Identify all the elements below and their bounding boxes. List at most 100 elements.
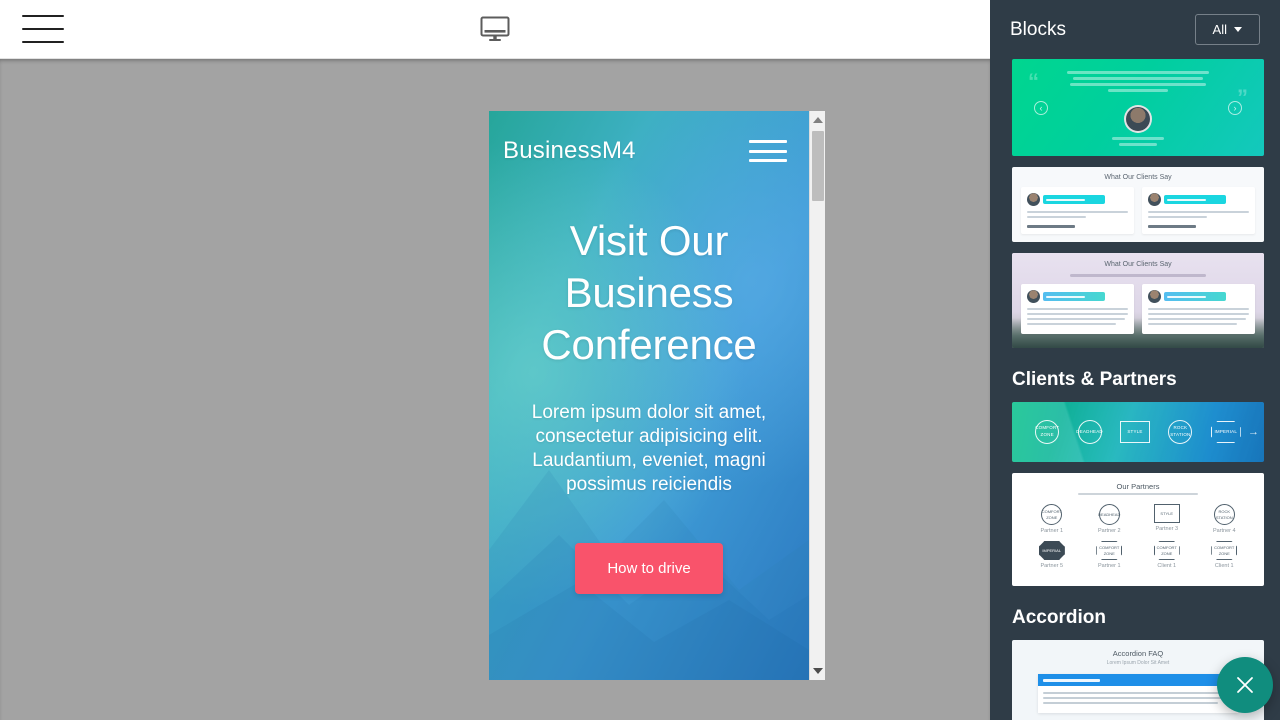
thumb-canvas: COMFORT ZONE DEADHEAD STYLE ROCK STATION…	[1012, 402, 1264, 462]
desktop-monitor-icon[interactable]	[478, 14, 512, 44]
author-badge	[1043, 195, 1105, 204]
hamburger-icon[interactable]	[749, 140, 787, 162]
accordion-panel	[1038, 674, 1238, 713]
testimonial-card	[1021, 284, 1134, 334]
card-header	[1148, 193, 1249, 206]
hamburger-icon[interactable]	[22, 15, 64, 43]
avatar	[1148, 290, 1161, 303]
card-header	[1027, 193, 1128, 206]
thumb-card-row	[1021, 284, 1255, 334]
partner-logo: COMFORT ZONE	[1211, 541, 1238, 560]
thumb-author-lines	[1112, 137, 1164, 149]
partner-cell: COMFORT ZONE Client 1	[1138, 541, 1196, 569]
card-body	[1027, 211, 1128, 218]
partner-logo: COMFORT ZONE	[1096, 541, 1123, 560]
partner-logo: ROCK STATION	[1168, 420, 1193, 444]
block-thumb-testimonial-slider-green[interactable]: “ ” ‹ ›	[1012, 59, 1264, 156]
block-thumb-testimonials-purple[interactable]: What Our Clients Say	[1012, 253, 1264, 348]
partner-logo: STYLE	[1119, 421, 1150, 443]
hamburger-line	[749, 140, 787, 143]
device-switcher	[0, 0, 990, 58]
carousel-next-icon[interactable]: →	[1248, 426, 1259, 438]
hero-title: Visit Our Business Conference	[541, 217, 757, 368]
partner-cell: IMPERIAL Partner 5	[1023, 541, 1081, 569]
close-icon	[1237, 677, 1253, 693]
site-preview: BusinessM4 Visit Our Business Conference…	[489, 111, 825, 680]
thumb-text-lines	[1064, 71, 1212, 95]
preview-viewport: BusinessM4 Visit Our Business Conference…	[489, 111, 809, 680]
carousel-next-icon[interactable]: ›	[1228, 101, 1242, 115]
hamburger-line	[22, 28, 64, 30]
partner-name: Partner 2	[1097, 528, 1121, 534]
testimonial-card	[1142, 187, 1255, 234]
sidebar-group-title-accordion: Accordion	[1012, 607, 1106, 628]
thumb-card-row	[1021, 187, 1255, 234]
block-thumb-partners-grid[interactable]: Our Partners COMFORT ZONE Partner 1 DEAD…	[1012, 473, 1264, 586]
how-to-drive-button[interactable]: How to drive	[575, 543, 723, 594]
app-root: BusinessM4 Visit Our Business Conference…	[0, 0, 1280, 720]
partner-logo: DEADHEAD	[1076, 420, 1103, 444]
card-body	[1148, 308, 1249, 325]
partner-name: Client 1	[1157, 563, 1177, 569]
scroll-down-icon[interactable]	[810, 663, 826, 679]
partner-name: Partner 1	[1040, 528, 1064, 534]
partner-logo: COMFORT ZONE	[1035, 420, 1060, 444]
partner-cell: STYLE Partner 3	[1138, 504, 1196, 534]
block-thumb-testimonials-white[interactable]: What Our Clients Say	[1012, 167, 1264, 242]
sidebar-group-title-clients-partners: Clients & Partners	[1012, 369, 1177, 390]
avatar	[1124, 105, 1152, 133]
testimonial-card	[1142, 284, 1255, 334]
author-badge	[1164, 195, 1226, 204]
block-thumb-logo-carousel[interactable]: COMFORT ZONE DEADHEAD STYLE ROCK STATION…	[1012, 402, 1264, 462]
accordion-header	[1038, 674, 1238, 686]
chevron-down-icon	[1234, 27, 1242, 32]
card-header	[1027, 290, 1128, 303]
avatar	[1148, 193, 1161, 206]
hero-section: Visit Our Business Conference Lorem ipsu…	[489, 215, 809, 594]
blocks-sidebar: Blocks All “ ” ‹ › What Our Clients Say …	[990, 0, 1280, 720]
accordion-body	[1038, 686, 1238, 713]
author-badge	[1164, 292, 1226, 301]
partners-grid: COMFORT ZONE Partner 1 DEADHEAD Partner …	[1023, 504, 1253, 569]
quote-icon: “	[1028, 69, 1039, 94]
filter-label: All	[1212, 22, 1227, 37]
partner-name: Partner 3	[1155, 526, 1179, 532]
partner-logo: ROCK STATION	[1213, 504, 1235, 525]
hamburger-line	[749, 159, 787, 162]
partner-name: Client 1	[1214, 563, 1234, 569]
scroll-up-icon[interactable]	[810, 112, 826, 128]
desktop-monitor-glyph	[480, 16, 510, 41]
sidebar-block-list: “ ” ‹ › What Our Clients Say What Our Cl…	[990, 59, 1280, 720]
thumb-heading: Our Partners	[1116, 482, 1160, 491]
partner-cell: COMFORT ZONE Partner 1	[1023, 504, 1081, 534]
close-panel-button[interactable]	[1217, 657, 1273, 713]
avatar	[1027, 193, 1040, 206]
partner-cell: COMFORT ZONE Client 1	[1196, 541, 1254, 569]
partner-name: Partner 5	[1040, 563, 1064, 569]
avatar	[1027, 290, 1040, 303]
testimonial-card	[1021, 187, 1134, 234]
hero-subtitle: Lorem ipsum dolor sit amet, consectetur …	[531, 402, 767, 495]
category-filter-dropdown[interactable]: All	[1194, 14, 1260, 45]
hamburger-line	[22, 41, 64, 43]
thumb-subtitle	[1078, 493, 1198, 495]
thumb-subtitle: Lorem Ipsum Dolor Sit Amet	[1106, 660, 1170, 666]
site-brand[interactable]: BusinessM4	[503, 137, 636, 165]
thumb-heading: Accordion FAQ	[1112, 649, 1164, 658]
thumb-heading: What Our Clients Say	[1104, 174, 1172, 181]
author-badge	[1043, 292, 1105, 301]
page-title: Blocks	[1010, 18, 1066, 40]
thumb-canvas: Our Partners COMFORT ZONE Partner 1 DEAD…	[1012, 473, 1264, 586]
author-role	[1027, 225, 1076, 228]
scrollbar-thumb[interactable]	[812, 131, 824, 201]
partner-logo: COMFORT ZONE	[1041, 504, 1063, 525]
top-toolbar	[0, 0, 990, 59]
card-body	[1027, 308, 1128, 325]
card-header	[1148, 290, 1249, 303]
sidebar-header: Blocks All	[990, 0, 1280, 59]
preview-scrollbar[interactable]	[809, 111, 825, 680]
partner-cell: COMFORT ZONE Partner 1	[1081, 541, 1139, 569]
editor-canvas: BusinessM4 Visit Our Business Conference…	[0, 59, 990, 720]
card-body	[1148, 211, 1249, 218]
carousel-prev-icon[interactable]: ‹	[1034, 101, 1048, 115]
